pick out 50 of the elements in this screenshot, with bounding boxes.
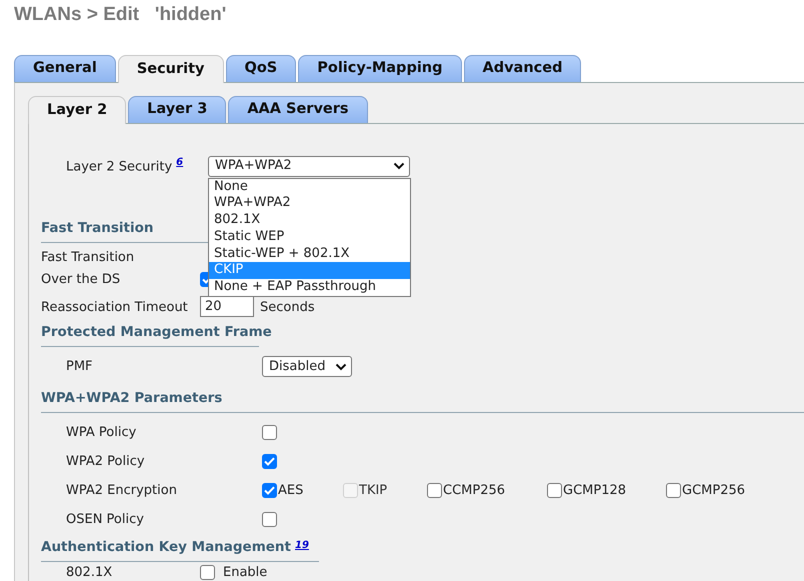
page-title: WLANs > Edit 'hidden' bbox=[14, 3, 228, 27]
dropdown-option[interactable]: None bbox=[209, 178, 410, 196]
tab[interactable]: AAA Servers bbox=[228, 96, 368, 123]
tab[interactable]: Layer 3 bbox=[128, 96, 226, 123]
section-heading: Fast Transition bbox=[41, 219, 154, 237]
field-label: Fast Transition bbox=[41, 248, 136, 266]
field-label: PMF bbox=[66, 358, 94, 376]
checkbox[interactable] bbox=[262, 425, 277, 440]
tab[interactable]: QoS bbox=[226, 55, 296, 82]
checkbox[interactable] bbox=[200, 565, 215, 580]
field-label: 802.1X bbox=[66, 564, 114, 581]
field-label: Layer 2 Security bbox=[66, 159, 172, 174]
footnote-link[interactable]: 6 bbox=[176, 157, 184, 168]
field-label: WPA Policy bbox=[66, 424, 138, 442]
unit-label: Seconds bbox=[260, 298, 315, 316]
option-label: TKIP bbox=[359, 482, 388, 500]
checkbox[interactable] bbox=[427, 483, 442, 498]
number-field[interactable]: 20 bbox=[200, 296, 254, 317]
dropdown-option[interactable]: Static WEP bbox=[209, 228, 410, 246]
tab[interactable]: Security bbox=[118, 55, 224, 83]
option-label: CCMP256 bbox=[443, 482, 506, 500]
field-label: WPA2 Policy bbox=[66, 452, 146, 471]
checkbox[interactable] bbox=[262, 512, 277, 527]
tab[interactable]: Layer 2 bbox=[28, 96, 126, 124]
section-heading: WPA+WPA2 Parameters bbox=[41, 389, 222, 407]
tab[interactable]: Advanced bbox=[464, 55, 582, 82]
option-label: AES bbox=[278, 482, 304, 500]
checkbox[interactable] bbox=[262, 483, 277, 498]
dropdown-option[interactable]: 802.1X bbox=[209, 212, 410, 229]
field-label: OSEN Policy bbox=[66, 510, 145, 529]
section-heading: Authentication Key Management bbox=[41, 538, 292, 556]
option-label: GCMP128 bbox=[563, 482, 626, 500]
option-label: GCMP256 bbox=[682, 482, 746, 500]
tab[interactable]: General bbox=[14, 55, 116, 82]
checkbox[interactable] bbox=[262, 454, 277, 469]
field-label: WPA2 Encryption bbox=[66, 482, 178, 500]
select-field[interactable]: Disabled bbox=[262, 356, 352, 377]
section-heading: Protected Management Frame bbox=[41, 323, 272, 341]
footnote-link[interactable]: 19 bbox=[295, 538, 309, 556]
checkbox[interactable] bbox=[547, 483, 562, 498]
dropdown-option[interactable]: None + EAP Passthrough bbox=[209, 279, 410, 296]
checkbox[interactable] bbox=[666, 483, 681, 498]
tab[interactable]: Policy-Mapping bbox=[298, 55, 462, 82]
dropdown-option[interactable]: WPA+WPA2 bbox=[209, 195, 410, 212]
caret-icon bbox=[335, 362, 347, 370]
field-label: Over the DS bbox=[41, 271, 122, 289]
option-label: Enable bbox=[223, 564, 268, 581]
caret-icon bbox=[393, 162, 405, 170]
field-label: Reassociation Timeout bbox=[41, 298, 189, 316]
dropdown-option[interactable]: Static-WEP + 802.1X bbox=[209, 246, 410, 262]
